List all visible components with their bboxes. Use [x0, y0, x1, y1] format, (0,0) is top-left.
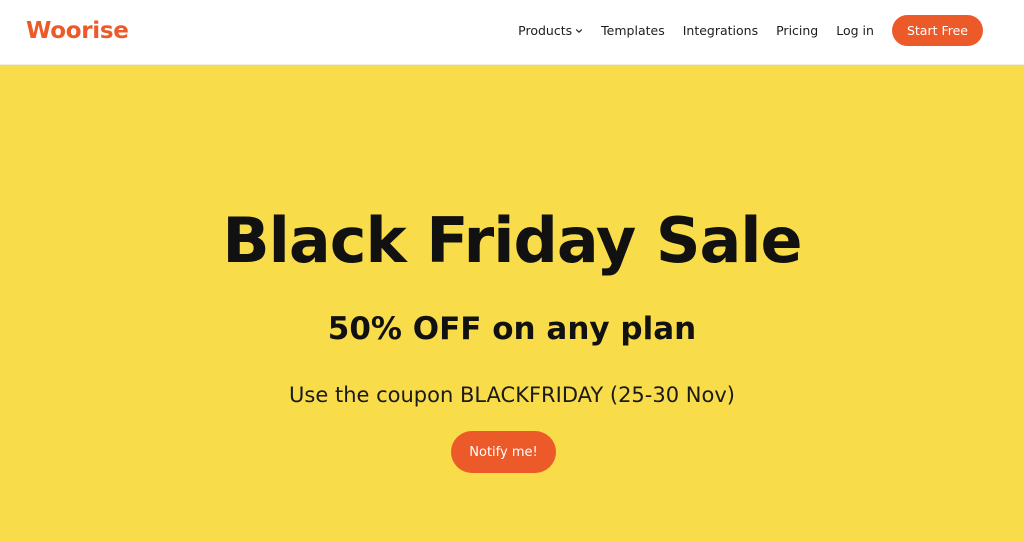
chevron-down-icon — [576, 28, 583, 33]
start-free-button[interactable]: Start Free — [891, 15, 983, 46]
nav-item-products[interactable]: Products — [518, 23, 583, 38]
hero-subtitle: 50% OFF on any plan — [327, 311, 697, 347]
nav-item-pricing[interactable]: Pricing — [776, 23, 818, 38]
nav-item-products-label: Products — [518, 23, 573, 38]
hero-banner: Black Friday Sale 50% OFF on any plan Us… — [0, 65, 1024, 541]
woorise-logo[interactable]: Woorise — [26, 17, 129, 45]
site-header: Woorise Products Templates Integrations … — [0, 0, 1024, 65]
nav-item-templates[interactable]: Templates — [601, 23, 665, 38]
main-nav: Products Templates Integrations Pricing … — [518, 15, 983, 46]
notify-me-button[interactable]: Notify me! — [451, 431, 556, 473]
nav-item-integrations[interactable]: Integrations — [683, 23, 758, 38]
coupon-text: Use the coupon BLACKFRIDAY (25-30 Nov) — [289, 383, 735, 407]
nav-item-login[interactable]: Log in — [836, 23, 874, 38]
hero-title: Black Friday Sale — [222, 204, 802, 277]
